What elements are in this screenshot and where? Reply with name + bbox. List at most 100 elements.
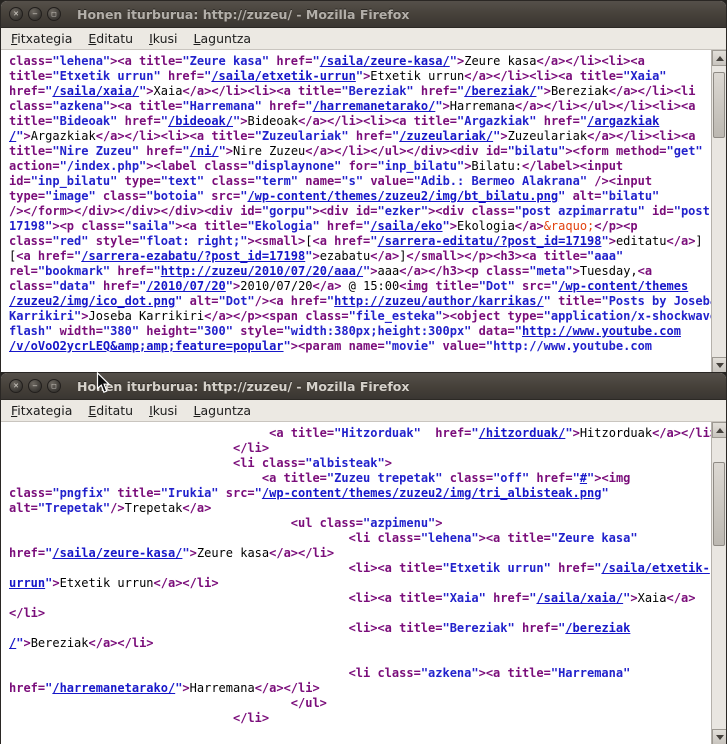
source-token: for= — [341, 159, 377, 173]
source-token: <a — [638, 264, 652, 278]
source-token: ><object type= — [443, 309, 544, 323]
menu-editatu[interactable]: Editatu — [80, 28, 141, 49]
source-token: "red" — [52, 234, 88, 248]
source-token: class= — [443, 471, 494, 485]
maximize-button[interactable]: ◻ — [47, 379, 61, 393]
source-token: " — [226, 279, 233, 293]
source-token — [9, 471, 262, 485]
source-token: "Posts by Joseba — [601, 294, 711, 308]
source-link[interactable]: /saila/eko — [370, 219, 442, 233]
source-link[interactable]: urrun — [9, 576, 45, 590]
source-token: "Zuzeu trepetak" — [327, 471, 443, 485]
source-token: Karrikiri" — [9, 309, 81, 323]
source-link[interactable]: /saila/zeure-kasa/ — [320, 54, 450, 68]
source-token: class= — [9, 279, 52, 293]
source-link[interactable]: /zuzeulariak/ — [399, 129, 493, 143]
minimize-button[interactable]: − — [28, 7, 42, 21]
source-token: </a></li> — [269, 546, 334, 560]
source-link[interactable]: /saila/xaia/ — [536, 591, 623, 605]
source-token: href= — [9, 84, 45, 98]
close-button[interactable]: ✕ — [9, 379, 23, 393]
source-token: Harremana — [450, 99, 515, 113]
vertical-scrollbar[interactable] — [711, 422, 726, 744]
source-link[interactable]: /saila/xaia/ — [52, 84, 139, 98]
source-token: "inp_bilatu" — [31, 174, 118, 188]
source-line: <li><a title="Bereziak" href="/bereziak — [9, 621, 711, 636]
menubar: Fitxategia Editatu Ikusi Laguntza — [1, 28, 726, 50]
source-link[interactable]: /harremanetarako/ — [312, 99, 435, 113]
scroll-down-button[interactable] — [712, 729, 727, 744]
source-token: "bookmark" — [38, 264, 110, 278]
source-link[interactable]: /v/oVoO2ycrLEQ&amp;amp;feature=popular — [9, 339, 284, 353]
mouse-cursor — [96, 372, 111, 394]
scrollbar-thumb[interactable] — [713, 462, 725, 546]
close-button[interactable]: ✕ — [9, 7, 23, 21]
source-link[interactable]: /argazkiak — [587, 114, 659, 128]
source-line: class="pngfix" title="Irukia" src="/wp-c… — [9, 486, 711, 501]
menu-laguntza[interactable]: Laguntza — [186, 28, 260, 49]
source-link[interactable]: http://www.youtube.com — [522, 324, 681, 338]
source-link[interactable]: /saila/etxetik- — [601, 561, 709, 575]
menu-fitxategia[interactable]: Fitxategia — [3, 28, 80, 49]
source-token: href= — [117, 114, 160, 128]
source-token: Zeure kasa — [197, 546, 269, 560]
source-link[interactable]: /bereziak — [565, 621, 630, 635]
source-link[interactable]: /sarrera-ezabatu/?post_id=17198 — [81, 249, 305, 263]
source-link[interactable]: /wp-content/themes/zuzeu2/img/tri_albist… — [262, 486, 602, 500]
source-link[interactable]: /saila/etxetik-urrun — [211, 69, 356, 83]
source-token: ><a title= — [110, 99, 182, 113]
source-token — [9, 561, 349, 575]
source-token: "azkena" — [421, 666, 479, 680]
source-token: "azkena" — [52, 99, 110, 113]
source-token: style= — [233, 324, 284, 338]
maximize-button[interactable]: ◻ — [47, 7, 61, 21]
source-token: ><a title= — [110, 54, 182, 68]
vertical-scrollbar[interactable] — [711, 50, 726, 372]
source-link[interactable]: /wp-content/themes — [558, 279, 688, 293]
source-link[interactable]: /bereziak/ — [464, 84, 536, 98]
source-link[interactable]: /harremanetarako/ — [52, 681, 175, 695]
source-token: href= — [262, 99, 305, 113]
scrollbar-thumb[interactable] — [713, 72, 725, 138]
scroll-down-button[interactable] — [712, 357, 727, 372]
scroll-up-button[interactable] — [712, 50, 727, 66]
source-link[interactable]: /zuzeu2/img/ico_dot.png — [9, 294, 175, 308]
source-token: <li><a title= — [349, 621, 443, 635]
source-link[interactable]: # — [580, 471, 587, 485]
source-link[interactable]: /ni/ — [190, 144, 219, 158]
source-link[interactable]: /sarrera-editatu/?post_id=17198 — [378, 234, 602, 248]
menu-fitxategia[interactable]: Fitxategia — [3, 400, 80, 421]
menu-ikusi[interactable]: Ikusi — [141, 400, 185, 421]
source-link[interactable]: http://zuzeu/author/karrikas/ — [334, 294, 544, 308]
source-link[interactable]: /saila/zeure-kasa/ — [52, 546, 182, 560]
source-link[interactable]: /wp-content/themes/zuzeu2/img/bt_bilatu.… — [247, 189, 558, 203]
titlebar[interactable]: ✕ − ◻ Honen iturburua: http://zuzeu/ - M… — [1, 1, 726, 28]
source-token: href= — [529, 471, 572, 485]
source-link[interactable]: http://zuzeu/2010/07/20/aaa/ — [161, 264, 363, 278]
source-link[interactable]: /hitzorduak/ — [479, 426, 566, 440]
source-token: <li class= — [233, 456, 305, 470]
source-token: aaa — [378, 264, 400, 278]
source-token: Trepetak — [125, 501, 183, 515]
menu-ikusi[interactable]: Ikusi — [141, 28, 185, 49]
source-token: alt= — [9, 501, 38, 515]
source-token: title= — [9, 69, 52, 83]
menu-editatu[interactable]: Editatu — [80, 400, 141, 421]
source-code: class="lehena"><a title="Zeure kasa" hre… — [1, 50, 711, 372]
source-token: </a></li></ul></li><li><a — [515, 99, 696, 113]
source-token: > — [385, 456, 392, 470]
source-token: class= — [9, 54, 52, 68]
source-line: <li><a title="Xaia" href="/saila/xaia/">… — [9, 591, 711, 606]
source-token: "image" — [45, 189, 96, 203]
source-token: href= — [537, 114, 580, 128]
menu-laguntza[interactable]: Laguntza — [186, 400, 260, 421]
source-token: <a title= — [269, 426, 334, 440]
source-link[interactable]: /2010/07/20 — [146, 279, 225, 293]
source-token: value= — [363, 174, 414, 188]
source-token: Bideoak — [247, 114, 298, 128]
scroll-up-button[interactable] — [712, 422, 727, 438]
source-link[interactable]: /bideoak/ — [168, 114, 233, 128]
minimize-button[interactable]: − — [28, 379, 42, 393]
source-token: Ekologia — [457, 219, 515, 233]
source-token: "Harremana" — [551, 666, 630, 680]
